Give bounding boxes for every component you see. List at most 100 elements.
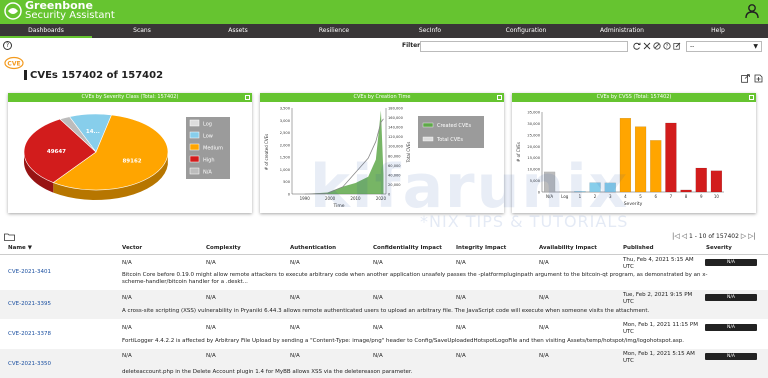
creation-panel-title: CVEs by Creation Time [353, 94, 411, 100]
y-tick-left: 0 [288, 193, 291, 197]
pie-legend-swatch [189, 143, 200, 151]
filter-label: Filter [402, 42, 421, 49]
col-name[interactable]: Name ▼ [8, 245, 32, 251]
severity-bar: N/A [705, 324, 757, 331]
cvss-bar-7 [665, 122, 677, 193]
folder-icon[interactable] [4, 233, 15, 241]
edit-filter-icon[interactable] [673, 42, 681, 50]
col-availability[interactable]: Availability Impact [539, 245, 597, 251]
cve-link[interactable]: CVE-2021-3350 [8, 361, 51, 367]
x-tick: 6 [654, 194, 657, 199]
cve-link[interactable]: CVE-2021-3401 [8, 269, 51, 275]
x-tick: 8 [685, 194, 688, 199]
user-icon[interactable] [744, 3, 760, 19]
table-row: CVE-2021-3378 N/A N/A N/A N/A N/A N/A Mo… [0, 320, 768, 348]
first-page-icon[interactable]: |◁ [672, 232, 680, 240]
col-severity[interactable]: Severity [706, 245, 732, 251]
last-page-icon[interactable]: ▷| [748, 232, 756, 240]
x-tick: 9 [700, 194, 703, 199]
severity-bar: N/A [705, 294, 757, 301]
previous-page-icon[interactable]: ◁ [682, 232, 687, 240]
y-tick: 25,000 [527, 133, 540, 137]
cell-complexity: N/A [206, 295, 216, 301]
cell-published: Thu, Feb 4, 2021 5:15 AM UTC [623, 257, 694, 270]
export-icon[interactable] [741, 74, 750, 83]
panel-menu-icon[interactable] [245, 95, 250, 100]
y-tick-left: 1,500 [280, 156, 291, 160]
severity-panel-title: CVEs by Severity Class (Total: 157402) [81, 94, 179, 100]
cell-vector: N/A [122, 325, 132, 331]
cve-link[interactable]: CVE-2021-3378 [8, 331, 51, 337]
page-title: CVEs 157402 of 157402 [30, 70, 164, 81]
panel-header: CVEs by Creation Time [260, 93, 504, 102]
cve-description: deleteaccount.php in the Delete Account … [122, 369, 413, 375]
col-integrity[interactable]: Integrity Impact [456, 245, 506, 251]
cell-confidentiality: N/A [373, 325, 383, 331]
nav-dashboards[interactable]: Dashboards [0, 24, 92, 38]
cell-complexity: N/A [206, 325, 216, 331]
pie-legend-swatch [189, 167, 200, 175]
panel-menu-icon[interactable] [497, 95, 502, 100]
help-icon[interactable]: ? [3, 41, 12, 50]
cell-integrity: N/A [456, 295, 466, 301]
col-published[interactable]: Published [623, 245, 654, 251]
filter-input[interactable] [420, 41, 628, 52]
refresh-icon[interactable] [633, 42, 641, 50]
pie-legend-swatch [189, 131, 200, 139]
cell-complexity: N/A [206, 260, 216, 266]
app-header: Greenbone Security Assistant [0, 0, 768, 24]
cvss-bar-10 [710, 170, 723, 193]
nav-scans[interactable]: Scans [96, 24, 188, 38]
cell-published: Mon, Feb 1, 2021 5:15 AM UTC [623, 351, 695, 364]
cve-logo-icon: CVE [4, 56, 24, 70]
main-nav: Dashboards Scans Assets Resilience SecIn… [0, 24, 768, 38]
clear-filter-icon[interactable] [643, 42, 651, 50]
cve-link[interactable]: CVE-2021-3395 [8, 301, 51, 307]
reset-filter-icon[interactable] [653, 42, 661, 50]
y-tick-right: 180,000 [388, 107, 404, 111]
filter-select-value: -- [690, 43, 695, 50]
y-tick: 30,000 [527, 122, 540, 126]
x-tick: 5 [639, 194, 642, 199]
x-tick: 7 [670, 194, 673, 199]
creation-legend-label: Total CVEs [436, 137, 463, 143]
nav-secinfo[interactable]: SecInfo [384, 24, 476, 38]
cell-authentication: N/A [290, 295, 300, 301]
cve-description: Bitcoin Core before 0.19.0 might allow r… [122, 272, 708, 285]
nav-assets[interactable]: Assets [192, 24, 284, 38]
nav-resilience[interactable]: Resilience [288, 24, 380, 38]
panel-menu-icon[interactable] [749, 95, 754, 100]
filter-select[interactable]: -- ▼ [686, 41, 762, 52]
nav-configuration[interactable]: Configuration [480, 24, 572, 38]
col-complexity[interactable]: Complexity [206, 245, 241, 251]
pie-data-label: 89162 [122, 159, 141, 165]
cell-availability: N/A [539, 295, 549, 301]
cvss-bar-8 [680, 189, 692, 193]
next-page-icon[interactable]: ▷ [741, 232, 746, 240]
title-marker [24, 70, 27, 80]
cve-description: FortiLogger 4.4.2.2 is affected by Arbit… [122, 338, 684, 344]
pie-legend-label: Log [203, 122, 212, 128]
pagination-text: 1 - 10 of 157402 [688, 233, 739, 240]
y-tick-right: 120,000 [388, 135, 404, 139]
table-row: CVE-2021-3395 N/A N/A N/A N/A N/A N/A Tu… [0, 290, 768, 319]
y-axis-label-left: # of created CVEs [264, 134, 269, 170]
filter-help-icon[interactable]: ? [663, 42, 671, 50]
col-authentication[interactable]: Authentication [290, 245, 336, 251]
nav-help[interactable]: Help [672, 24, 764, 38]
greenbone-logo-icon[interactable] [4, 2, 22, 20]
y-tick-left: 500 [283, 180, 291, 184]
x-tick: 1990 [300, 196, 311, 201]
nav-administration[interactable]: Administration [576, 24, 668, 38]
cvss-bar-5 [634, 126, 647, 193]
new-dashboard-icon[interactable] [754, 74, 763, 83]
col-vector[interactable]: Vector [122, 245, 142, 251]
cve-description: A cross-site scripting (XSS) vulnerabili… [122, 308, 650, 314]
col-confidentiality[interactable]: Confidentiality Impact [373, 245, 442, 251]
table-row: CVE-2021-3401 N/A N/A N/A N/A N/A N/A Th… [0, 256, 768, 289]
y-tick-left: 3,000 [280, 119, 291, 123]
cvss-bar-6 [650, 140, 662, 193]
creation-legend-label: Created CVEs [437, 123, 471, 129]
pie-legend-label: Medium [203, 146, 223, 152]
pie-data-label: 49647 [47, 149, 66, 155]
